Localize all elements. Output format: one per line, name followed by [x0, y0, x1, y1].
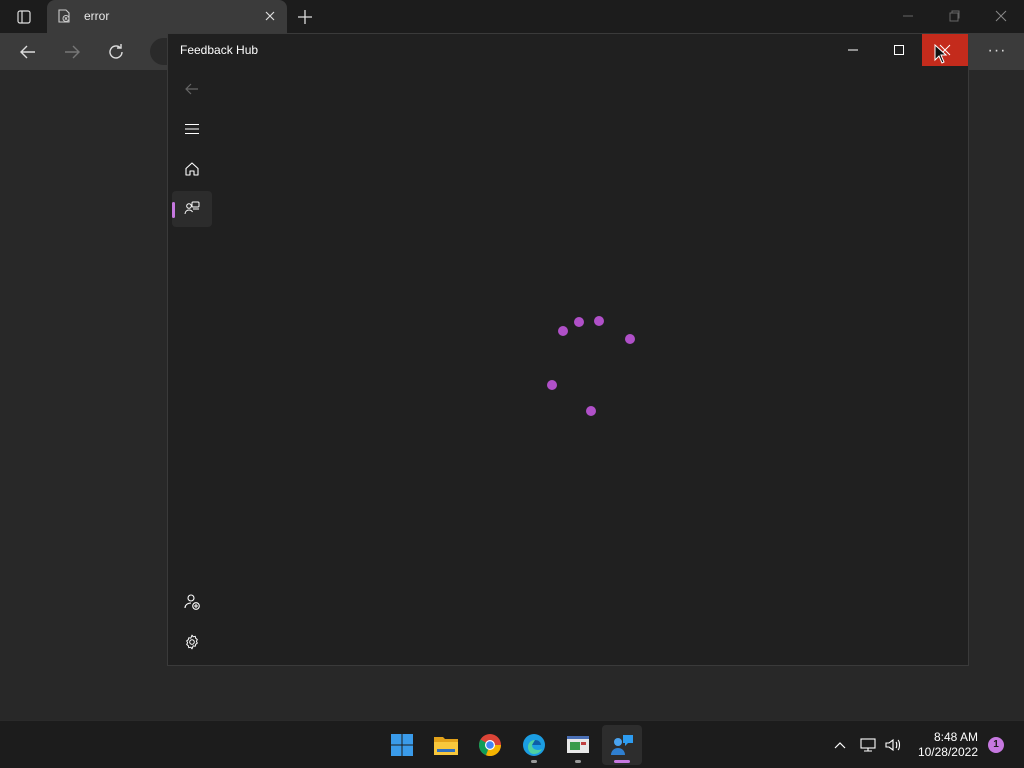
windows-start-icon — [391, 734, 413, 756]
browser-close-icon[interactable] — [993, 8, 1009, 24]
nav-back-button[interactable] — [172, 71, 212, 107]
nav-account-button[interactable] — [172, 584, 212, 620]
edge-icon — [523, 734, 545, 756]
taskbar: 8:48 AM 10/28/2022 1 — [0, 720, 1024, 768]
folder-icon — [434, 737, 458, 755]
start-button[interactable] — [382, 725, 422, 765]
file-explorer-button[interactable] — [426, 725, 466, 765]
back-arrow-icon — [185, 83, 198, 95]
hamburger-menu-icon — [185, 123, 199, 135]
app-window-button[interactable] — [558, 725, 598, 765]
browser-minimize-icon[interactable] — [900, 8, 916, 24]
running-indicator — [575, 760, 581, 763]
active-indicator — [614, 760, 630, 763]
browser-restore-icon[interactable] — [946, 8, 962, 24]
spinner-dot — [547, 380, 557, 390]
minimize-button[interactable] — [830, 34, 876, 66]
mouse-cursor-icon — [934, 43, 948, 64]
new-tab-icon[interactable] — [296, 8, 314, 26]
volume-icon[interactable] — [883, 735, 903, 755]
system-clock[interactable]: 8:48 AM 10/28/2022 — [910, 730, 978, 760]
spinner-dot — [625, 334, 635, 344]
forward-icon[interactable] — [62, 42, 82, 62]
refresh-icon[interactable] — [106, 42, 126, 62]
address-bar[interactable] — [150, 38, 168, 65]
back-icon[interactable] — [18, 42, 38, 62]
chrome-button[interactable] — [470, 725, 510, 765]
nav-home-button[interactable] — [172, 151, 212, 187]
clock-date: 10/28/2022 — [917, 745, 978, 759]
tab-actions-icon[interactable] — [8, 6, 40, 28]
add-account-icon — [184, 594, 200, 610]
spinner-dot — [574, 317, 584, 327]
more-options-icon[interactable]: ··· — [986, 41, 1008, 61]
feedback-icon — [184, 201, 200, 215]
feedback-hub-icon — [611, 735, 633, 755]
edge-button[interactable] — [514, 725, 554, 765]
loading-spinner — [168, 34, 970, 667]
nav-feedback-button[interactable] — [172, 191, 212, 227]
maximize-icon — [894, 45, 904, 55]
close-tab-icon[interactable] — [263, 9, 277, 23]
feedback-hub-window: Feedback Hub — [167, 33, 969, 666]
tab-strip: error — [0, 0, 1024, 33]
window-app-icon — [567, 736, 589, 753]
clock-time: 8:48 AM — [933, 730, 978, 744]
show-hidden-icons-icon[interactable] — [830, 735, 850, 755]
chrome-icon — [478, 734, 502, 757]
nav-selection-indicator — [172, 202, 175, 218]
spinner-dot — [586, 406, 596, 416]
feedback-hub-taskbar-button[interactable] — [602, 725, 642, 765]
spinner-dot — [594, 316, 604, 326]
notification-badge[interactable]: 1 — [988, 737, 1004, 753]
tab-title: error — [84, 9, 110, 23]
nav-menu-button[interactable] — [172, 111, 212, 147]
running-indicator — [531, 760, 537, 763]
browser-tab[interactable]: error — [47, 0, 287, 33]
nav-settings-button[interactable] — [172, 624, 212, 660]
spinner-dot — [558, 326, 568, 336]
minimize-icon — [848, 49, 858, 51]
maximize-button[interactable] — [876, 34, 922, 66]
home-icon — [185, 162, 199, 176]
network-icon[interactable] — [858, 735, 878, 755]
gear-icon — [186, 634, 198, 650]
window-title: Feedback Hub — [180, 43, 259, 57]
error-page-icon — [57, 9, 71, 23]
